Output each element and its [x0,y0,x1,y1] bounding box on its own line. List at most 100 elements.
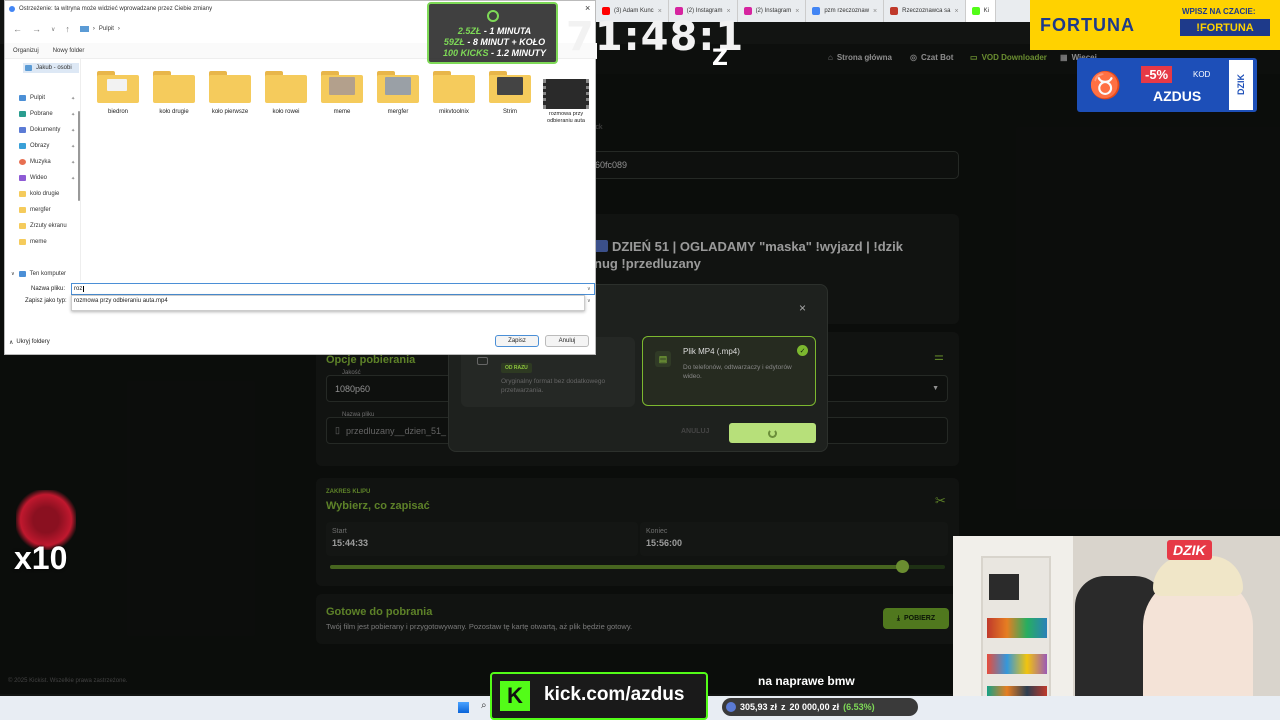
folder-icon [433,71,475,103]
folder-icon [489,71,531,103]
folder-icon [19,239,26,245]
tab-label: Rzeczoznawca sa [902,8,951,14]
goal-reward: - 8 MINUT + KOŁO [464,37,546,47]
folder-icon [209,71,251,103]
breadcrumb-pulpit: Pulpit [98,26,114,32]
forward-icon[interactable]: → [32,24,41,34]
tab-label: pzm rzeczoznaw [824,8,870,14]
folder-item[interactable]: koło drugie [150,71,198,115]
search-icon[interactable]: ⌕ [481,700,487,711]
hide-folders-toggle[interactable]: ∧ Ukryj foldery [9,339,50,346]
filename-input[interactable]: roz [71,283,595,295]
close-icon[interactable]: × [954,8,958,15]
nav-scrollbar[interactable] [78,111,80,201]
film-icon: ▤ [655,351,671,367]
nav-label: Wideo [30,175,48,181]
shelf-cans [987,618,1047,638]
desktop-icon [79,26,89,32]
nav-item-folder[interactable]: koło drugie [19,191,59,197]
multiplier-badge: x10 [14,540,68,576]
close-icon[interactable]: × [795,8,799,15]
up-icon[interactable]: ↑ [65,24,70,34]
folder-label: koło pierwsze [211,109,249,115]
filename-label: Nazwa pliku: [31,286,66,292]
folder-label: meme [333,109,351,115]
cancel-button[interactable]: Anuluj [545,335,589,347]
nav-user-label: Jakub - osobi [36,65,72,71]
nav-item-folder[interactable]: mergfer [19,207,51,213]
nav-item-this-pc[interactable]: ∨ Ten komputer [11,271,66,277]
close-icon[interactable]: × [799,301,806,315]
folder-label: mergfer [387,109,409,115]
folder-item[interactable]: mikvtoolnix [430,71,478,115]
autocomplete-dropdown[interactable]: rozmowa przy odbieraniu auta.mp4 [71,295,585,311]
nav-label: Obrazy [30,143,50,149]
close-icon[interactable]: × [585,3,590,13]
site-icon [890,7,899,15]
nav-item-pobrane[interactable]: Pobrane [19,111,53,117]
instant-badge: OD RAZU [501,363,532,373]
pin-icon: ✦ [71,144,76,150]
autocomplete-suggestion[interactable]: rozmowa przy odbieraniu auta.mp4 [74,298,168,304]
downloads-icon [19,111,26,117]
nav-item-muzyka[interactable]: Muzyka [19,159,51,165]
nav-item-pulpit[interactable]: Pulpit [19,95,45,101]
music-icon [19,159,26,165]
folder-item[interactable]: koło rowei [262,71,310,115]
fortuna-banner: FORTUNA WPISZ NA CZACIE: !FORTUNA [1030,0,1280,50]
coin-icon [726,702,736,712]
nav-item-folder[interactable]: Zrzuty ekranu [19,223,67,229]
organize-button[interactable]: Organizuj [13,48,39,54]
folder-item[interactable]: koło pierwsze [206,71,254,115]
goal-amount: 2.5ZŁ [457,26,482,36]
chevron-down-icon[interactable]: ∨ [587,286,591,292]
nav-label: Dokumenty [30,127,61,133]
file-label: rozmowa przy odbieraniu auta [547,111,585,124]
nav-item-user[interactable]: Jakub - osobi [23,63,79,73]
google-icon [812,7,821,15]
browser-tab[interactable]: (2) Instagram × [738,0,807,22]
windows-start-icon[interactable] [458,702,469,713]
pin-icon: ✦ [71,96,76,102]
new-folder-button[interactable]: Nowy folder [53,48,85,54]
confirm-button[interactable] [729,423,816,443]
chevron-down-icon[interactable]: ∨ [587,298,591,304]
folder-item[interactable]: Strim [486,71,534,115]
nav-item-wideo[interactable]: Wideo [19,175,47,181]
folder-icon [265,71,307,103]
back-icon[interactable]: ← [13,24,22,34]
browser-tab-active[interactable]: Ki [965,0,996,22]
pin-icon: ✦ [71,112,76,118]
nav-item-dokumenty[interactable]: Dokumenty [19,127,60,133]
shelf-cans [987,654,1047,674]
logo-icon [487,10,499,22]
folder-label: koło rowei [272,109,300,115]
desktop-icon [19,95,26,101]
folder-item[interactable]: meme [318,71,366,115]
folder-icon [19,207,26,213]
browser-tab[interactable]: Rzeczoznawca sa × [884,0,966,22]
tab-label: Ki [983,8,989,14]
video-file-item[interactable]: rozmowa przy odbieraniu auta [541,79,591,125]
breadcrumb[interactable]: › Pulpit › [79,26,120,32]
kick-url-banner: K kick.com/azdus [490,672,708,720]
nav-item-folder[interactable]: meme [19,239,47,245]
kick-icon [971,7,980,15]
save-button[interactable]: Zapisz [495,335,539,347]
browser-tab[interactable]: pzm rzeczoznaw × [806,0,885,22]
nav-label: Muzyka [30,159,51,165]
folder-icon [153,71,195,103]
goal-line: 59ZŁ - 8 MINUT + KOŁO [429,37,560,47]
spinner-icon [768,428,777,438]
folder-item[interactable]: biedron [94,71,142,115]
folder-item[interactable]: mergfer [374,71,422,115]
timer-digit-fragment: Z [712,46,728,71]
promo-banner: ♉ -5% KOD AZDUS DZIK [1077,58,1257,112]
close-icon[interactable]: × [873,8,877,15]
format-option-mp4[interactable]: ▤ Plik MP4 (.mp4) ✓ Do telefonów, odtwar… [642,336,816,406]
mini-fridge [989,574,1019,600]
modal-cancel-button[interactable]: ANULUJ [681,428,709,435]
goal-amount: 59ZŁ [443,37,465,47]
nav-item-obrazy[interactable]: Obrazy [19,143,49,149]
chevron-down-icon[interactable]: ∨ [51,26,55,33]
